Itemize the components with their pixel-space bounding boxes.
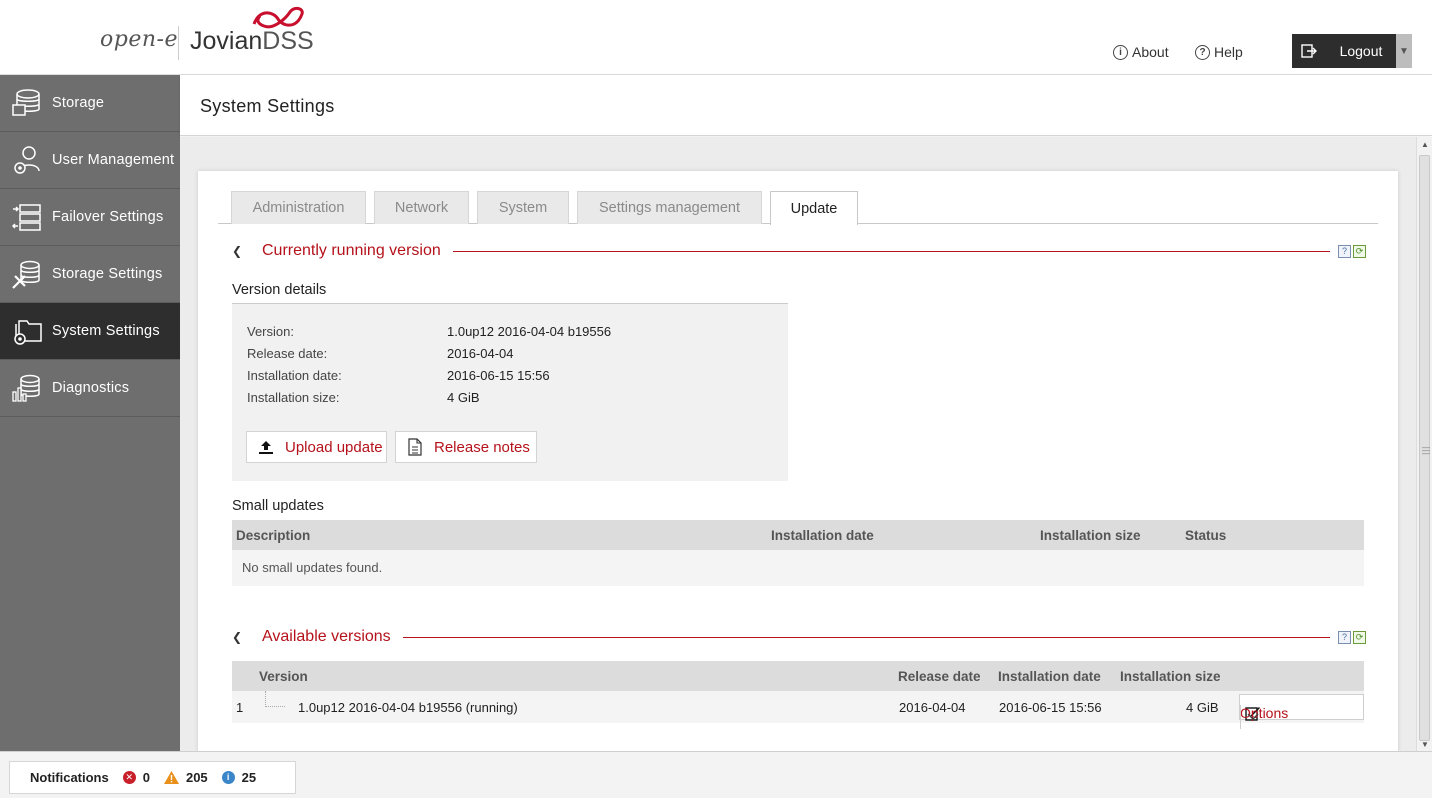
section-divider	[402, 636, 1330, 638]
update-panel: Administration Network System Settings m…	[198, 171, 1398, 751]
failover-icon	[0, 201, 52, 233]
footer: Notifications ✕ 0 205 i 25	[0, 751, 1432, 798]
sidebar-item-diagnostics[interactable]: Diagnostics	[0, 360, 180, 417]
diagnostics-icon	[0, 372, 52, 404]
tab-settings-management[interactable]: Settings management	[577, 191, 762, 224]
tab-update[interactable]: Update	[770, 191, 858, 225]
sidebar-item-user-management[interactable]: User Management	[0, 132, 180, 189]
installation-size-value: 4 GiB	[447, 390, 480, 405]
logout-dropdown-caret[interactable]: ▼	[1396, 34, 1412, 68]
tree-connector	[265, 691, 285, 707]
help-link[interactable]: ? Help	[1195, 44, 1243, 60]
document-icon	[396, 438, 434, 456]
row-index: 1	[236, 700, 244, 715]
error-count[interactable]: ✕ 0	[122, 770, 150, 785]
question-icon: ?	[1195, 44, 1210, 60]
help-box-icon[interactable]: ?	[1338, 244, 1351, 258]
chevron-down-icon[interactable]	[1240, 705, 1264, 729]
scroll-down-icon[interactable]: ▼	[1421, 740, 1429, 749]
logo-divider	[178, 26, 179, 60]
col-installation-size[interactable]: Installation size	[1040, 528, 1141, 543]
installation-date-value: 2016-06-15 15:56	[447, 368, 550, 383]
row-version: 1.0up12 2016-04-04 b19556 (running)	[298, 700, 518, 715]
tab-administration[interactable]: Administration	[231, 191, 366, 224]
small-updates-table-header: Description Installation date Installati…	[232, 520, 1364, 550]
sidebar-item-failover-settings[interactable]: Failover Settings	[0, 189, 180, 246]
refresh-icon[interactable]: ⟳	[1353, 630, 1366, 644]
version-details-label: Version details	[232, 282, 327, 298]
notifications-bar[interactable]: Notifications ✕ 0 205 i 25	[9, 761, 296, 794]
version-key: Version:	[247, 324, 294, 339]
user-gear-icon	[0, 144, 52, 176]
storage-tools-icon	[0, 258, 52, 290]
release-notes-button[interactable]: Release notes	[395, 431, 537, 463]
col-version[interactable]: Version	[259, 669, 308, 684]
tab-network[interactable]: Network	[374, 191, 469, 224]
about-link[interactable]: i About	[1113, 44, 1169, 60]
error-icon: ✕	[122, 771, 136, 784]
warning-icon	[163, 771, 179, 784]
installation-size-key: Installation size:	[247, 390, 340, 405]
page-header: System Settings	[180, 75, 1432, 136]
top-header: open-e JovianDSS i About ? Help Logout ▼	[0, 0, 1432, 75]
installation-date-key: Installation date:	[247, 368, 342, 383]
release-date-value: 2016-04-04	[447, 346, 514, 361]
table-row[interactable]: 1 1.0up12 2016-04-04 b19556 (running) 20…	[232, 691, 1364, 729]
small-updates-empty-row: No small updates found.	[232, 550, 1364, 586]
col-installation-size[interactable]: Installation size	[1120, 669, 1221, 684]
options-button[interactable]: Options	[1239, 694, 1364, 729]
small-updates-label: Small updates	[232, 498, 324, 514]
col-status[interactable]: Status	[1185, 528, 1226, 543]
upload-icon	[247, 439, 285, 455]
help-box-icon[interactable]: ?	[1338, 630, 1351, 644]
col-description[interactable]: Description	[236, 528, 310, 543]
sidebar-item-system-settings[interactable]: System Settings	[0, 303, 180, 360]
sidebar: Storage User Management Failover Setting…	[0, 75, 180, 751]
collapse-chevron-icon[interactable]: ❮	[232, 630, 252, 644]
tab-system[interactable]: System	[477, 191, 569, 224]
section-divider	[452, 250, 1330, 252]
infinity-logo-icon	[252, 6, 304, 29]
scrollbar[interactable]: ▲ — — — ▼	[1416, 137, 1432, 751]
sidebar-item-storage[interactable]: Storage	[0, 75, 180, 132]
info-icon: i	[221, 771, 235, 784]
row-installation-date: 2016-06-15 15:56	[999, 700, 1102, 715]
notifications-label: Notifications	[30, 770, 109, 785]
row-installation-size: 4 GiB	[1186, 700, 1219, 715]
database-icon	[0, 87, 52, 119]
folder-gear-icon	[0, 315, 52, 347]
col-installation-date[interactable]: Installation date	[771, 528, 874, 543]
release-date-key: Release date:	[247, 346, 328, 361]
tab-bar: Administration Network System Settings m…	[218, 191, 1378, 225]
upload-update-button[interactable]: Upload update	[246, 431, 387, 463]
col-installation-date[interactable]: Installation date	[998, 669, 1101, 684]
open-e-logo: open-e	[100, 27, 178, 52]
available-versions-table-header: Version Release date Installation date I…	[232, 661, 1364, 691]
current-version-section-header: ❮ Currently running version ? ⟳	[232, 239, 1366, 263]
row-release-date: 2016-04-04	[899, 700, 966, 715]
available-versions-section-header: ❮ Available versions ? ⟳	[232, 625, 1366, 649]
info-count[interactable]: i 25	[221, 770, 256, 785]
scrollbar-thumb[interactable]: — — —	[1419, 155, 1430, 741]
grip-icon: — — —	[1422, 443, 1430, 458]
page-title: System Settings	[200, 96, 335, 116]
logout-icon	[1292, 44, 1326, 58]
collapse-chevron-icon[interactable]: ❮	[232, 244, 252, 258]
sidebar-item-storage-settings[interactable]: Storage Settings	[0, 246, 180, 303]
refresh-icon[interactable]: ⟳	[1353, 244, 1366, 258]
info-icon: i	[1113, 44, 1128, 60]
scroll-up-icon[interactable]: ▲	[1421, 140, 1429, 149]
col-release-date[interactable]: Release date	[898, 669, 981, 684]
logout-button[interactable]: Logout ▼	[1292, 34, 1412, 68]
warning-count[interactable]: 205	[163, 770, 208, 785]
version-details-box: Version: 1.0up12 2016-04-04 b19556 Relea…	[232, 303, 788, 481]
version-value: 1.0up12 2016-04-04 b19556	[447, 324, 612, 339]
